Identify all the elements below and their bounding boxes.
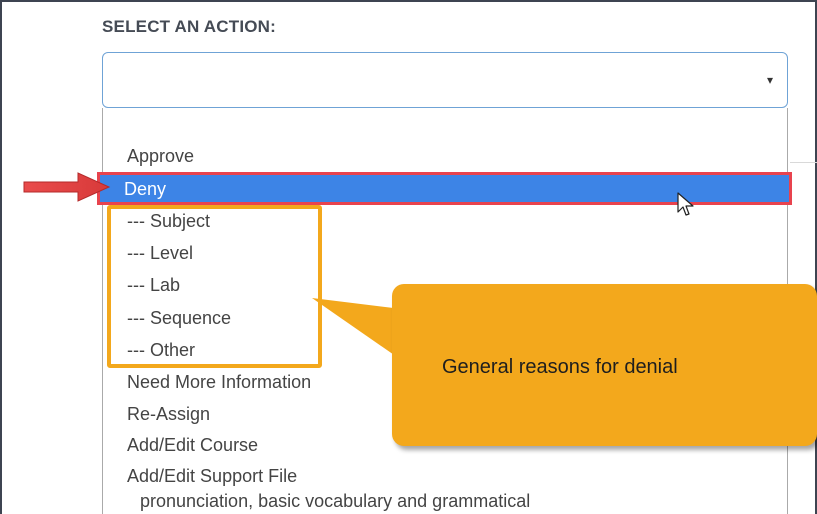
option-approve[interactable]: Approve xyxy=(127,146,194,166)
sub-options-highlight-box xyxy=(107,205,322,368)
select-action-label: SELECT AN ACTION: xyxy=(102,17,277,36)
action-select[interactable]: ▾ xyxy=(102,52,788,108)
frame-left-border xyxy=(0,0,2,514)
callout-box: General reasons for denial xyxy=(392,284,817,446)
dropdown-arrow-icon[interactable]: ▾ xyxy=(767,73,773,87)
option-re-assign[interactable]: Re-Assign xyxy=(127,404,210,424)
background-description-text: pronunciation, basic vocabulary and gram… xyxy=(140,491,531,511)
frame-top-border xyxy=(0,0,817,2)
option-need-more-information[interactable]: Need More Information xyxy=(127,372,311,392)
option-add-edit-support-file[interactable]: Add/Edit Support File xyxy=(127,466,297,486)
option-deny-label: Deny xyxy=(124,179,167,199)
red-arrow-annotation xyxy=(23,172,111,202)
divider-line xyxy=(790,162,817,163)
option-add-edit-course[interactable]: Add/Edit Course xyxy=(127,435,258,455)
mouse-cursor-icon xyxy=(677,192,694,216)
callout-text: General reasons for denial xyxy=(442,356,678,378)
